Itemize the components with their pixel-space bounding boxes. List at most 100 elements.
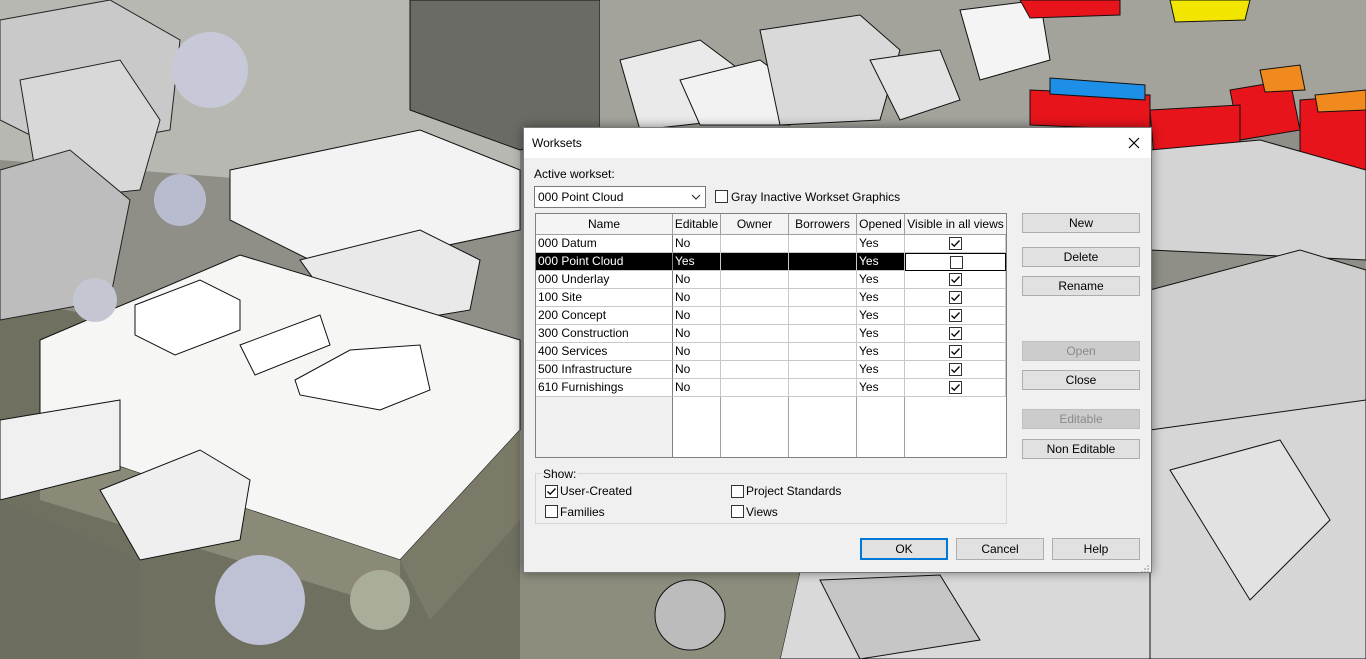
opened-cell[interactable]: Yes (857, 361, 905, 379)
owner-cell[interactable] (721, 379, 789, 397)
visible-in-all-views-cell[interactable] (905, 361, 1006, 379)
borrowers-cell[interactable] (789, 379, 857, 397)
opened-cell[interactable]: Yes (857, 289, 905, 307)
table-row[interactable]: 100 Site No Yes (536, 289, 1006, 307)
owner-cell[interactable] (721, 361, 789, 379)
owner-cell[interactable] (721, 235, 789, 253)
visible-in-all-views-cell[interactable] (905, 271, 1006, 289)
title-bar[interactable]: Worksets (524, 128, 1151, 158)
name-cell[interactable]: 000 Underlay (536, 271, 673, 289)
borrowers-cell[interactable] (789, 271, 857, 289)
chevron-down-icon[interactable] (689, 189, 703, 205)
active-workset-dropdown[interactable]: 000 Point Cloud (534, 186, 706, 208)
visible-checkbox[interactable] (949, 273, 962, 286)
editable-cell[interactable]: No (673, 343, 721, 361)
resize-grip-icon[interactable] (1141, 562, 1149, 573)
borrowers-cell[interactable] (789, 289, 857, 307)
opened-cell[interactable]: Yes (857, 325, 905, 343)
column-header-name[interactable]: Name (536, 214, 673, 235)
visible-in-all-views-cell[interactable] (905, 289, 1006, 307)
editable-cell[interactable]: No (673, 235, 721, 253)
editable-cell[interactable]: No (673, 361, 721, 379)
borrowers-cell[interactable] (789, 235, 857, 253)
opened-cell[interactable]: Yes (857, 343, 905, 361)
table-row[interactable]: 000 Underlay No Yes (536, 271, 1006, 289)
visible-checkbox[interactable] (950, 256, 963, 269)
borrowers-cell[interactable] (789, 253, 857, 271)
visible-checkbox[interactable] (949, 309, 962, 322)
project-standards-label: Project Standards (746, 484, 842, 498)
visible-in-all-views-cell[interactable] (905, 253, 1006, 271)
visible-in-all-views-cell[interactable] (905, 325, 1006, 343)
visible-checkbox[interactable] (949, 381, 962, 394)
visible-in-all-views-cell[interactable] (905, 343, 1006, 361)
owner-cell[interactable] (721, 325, 789, 343)
visible-in-all-views-cell[interactable] (905, 307, 1006, 325)
opened-cell[interactable]: Yes (857, 235, 905, 253)
editable-button[interactable]: Editable (1022, 409, 1140, 429)
user-created-checkbox[interactable] (545, 485, 558, 498)
name-cell[interactable]: 400 Services (536, 343, 673, 361)
borrowers-cell[interactable] (789, 325, 857, 343)
name-cell[interactable]: 200 Concept (536, 307, 673, 325)
column-header-owner[interactable]: Owner (721, 214, 789, 235)
borrowers-cell[interactable] (789, 307, 857, 325)
visible-in-all-views-cell[interactable] (905, 379, 1006, 397)
name-cell[interactable]: 300 Construction (536, 325, 673, 343)
column-header-visible[interactable]: Visible in all views (905, 214, 1006, 235)
visible-checkbox[interactable] (949, 363, 962, 376)
project-standards-checkbox[interactable] (731, 485, 744, 498)
name-cell[interactable]: 500 Infrastructure (536, 361, 673, 379)
cancel-button[interactable]: Cancel (956, 538, 1044, 560)
visible-checkbox[interactable] (949, 237, 962, 250)
column-header-opened[interactable]: Opened (857, 214, 905, 235)
editable-cell[interactable]: No (673, 307, 721, 325)
borrowers-cell[interactable] (789, 343, 857, 361)
rename-button[interactable]: Rename (1022, 276, 1140, 296)
column-header-borrowers[interactable]: Borrowers (789, 214, 857, 235)
column-header-editable[interactable]: Editable (673, 214, 721, 235)
opened-cell[interactable]: Yes (857, 271, 905, 289)
families-checkbox[interactable] (545, 505, 558, 518)
owner-cell[interactable] (721, 289, 789, 307)
opened-cell[interactable]: Yes (857, 253, 905, 271)
close-button[interactable]: Close (1022, 370, 1140, 390)
name-cell[interactable]: 100 Site (536, 289, 673, 307)
opened-cell[interactable]: Yes (857, 307, 905, 325)
table-row[interactable]: 500 Infrastructure No Yes (536, 361, 1006, 379)
name-cell[interactable]: 610 Furnishings (536, 379, 673, 397)
ok-button[interactable]: OK (860, 538, 948, 560)
owner-cell[interactable] (721, 307, 789, 325)
help-button[interactable]: Help (1052, 538, 1140, 560)
visible-checkbox[interactable] (949, 291, 962, 304)
table-row[interactable]: 000 Datum No Yes (536, 235, 1006, 253)
owner-cell[interactable] (721, 271, 789, 289)
owner-cell[interactable] (721, 343, 789, 361)
visible-in-all-views-cell[interactable] (905, 235, 1006, 253)
editable-cell[interactable]: No (673, 289, 721, 307)
owner-cell[interactable] (721, 253, 789, 271)
name-cell[interactable]: 000 Point Cloud (536, 253, 673, 271)
table-row[interactable]: 400 Services No Yes (536, 343, 1006, 361)
table-row[interactable]: 200 Concept No Yes (536, 307, 1006, 325)
close-icon[interactable] (1123, 132, 1145, 154)
table-row[interactable]: 300 Construction No Yes (536, 325, 1006, 343)
table-row[interactable]: 000 Point Cloud Yes Yes (536, 253, 1006, 271)
borrowers-cell[interactable] (789, 361, 857, 379)
worksets-table[interactable]: Name Editable Owner Borrowers Opened Vis… (535, 213, 1007, 458)
delete-button[interactable]: Delete (1022, 247, 1140, 267)
visible-checkbox[interactable] (949, 345, 962, 358)
opened-cell[interactable]: Yes (857, 379, 905, 397)
editable-cell[interactable]: No (673, 379, 721, 397)
editable-cell[interactable]: Yes (673, 253, 721, 271)
views-checkbox[interactable] (731, 505, 744, 518)
new-button[interactable]: New (1022, 213, 1140, 233)
table-row[interactable]: 610 Furnishings No Yes (536, 379, 1006, 397)
editable-cell[interactable]: No (673, 325, 721, 343)
name-cell[interactable]: 000 Datum (536, 235, 673, 253)
editable-cell[interactable]: No (673, 271, 721, 289)
open-button[interactable]: Open (1022, 341, 1140, 361)
non-editable-button[interactable]: Non Editable (1022, 439, 1140, 459)
visible-checkbox[interactable] (949, 327, 962, 340)
gray-inactive-checkbox[interactable] (715, 190, 728, 203)
